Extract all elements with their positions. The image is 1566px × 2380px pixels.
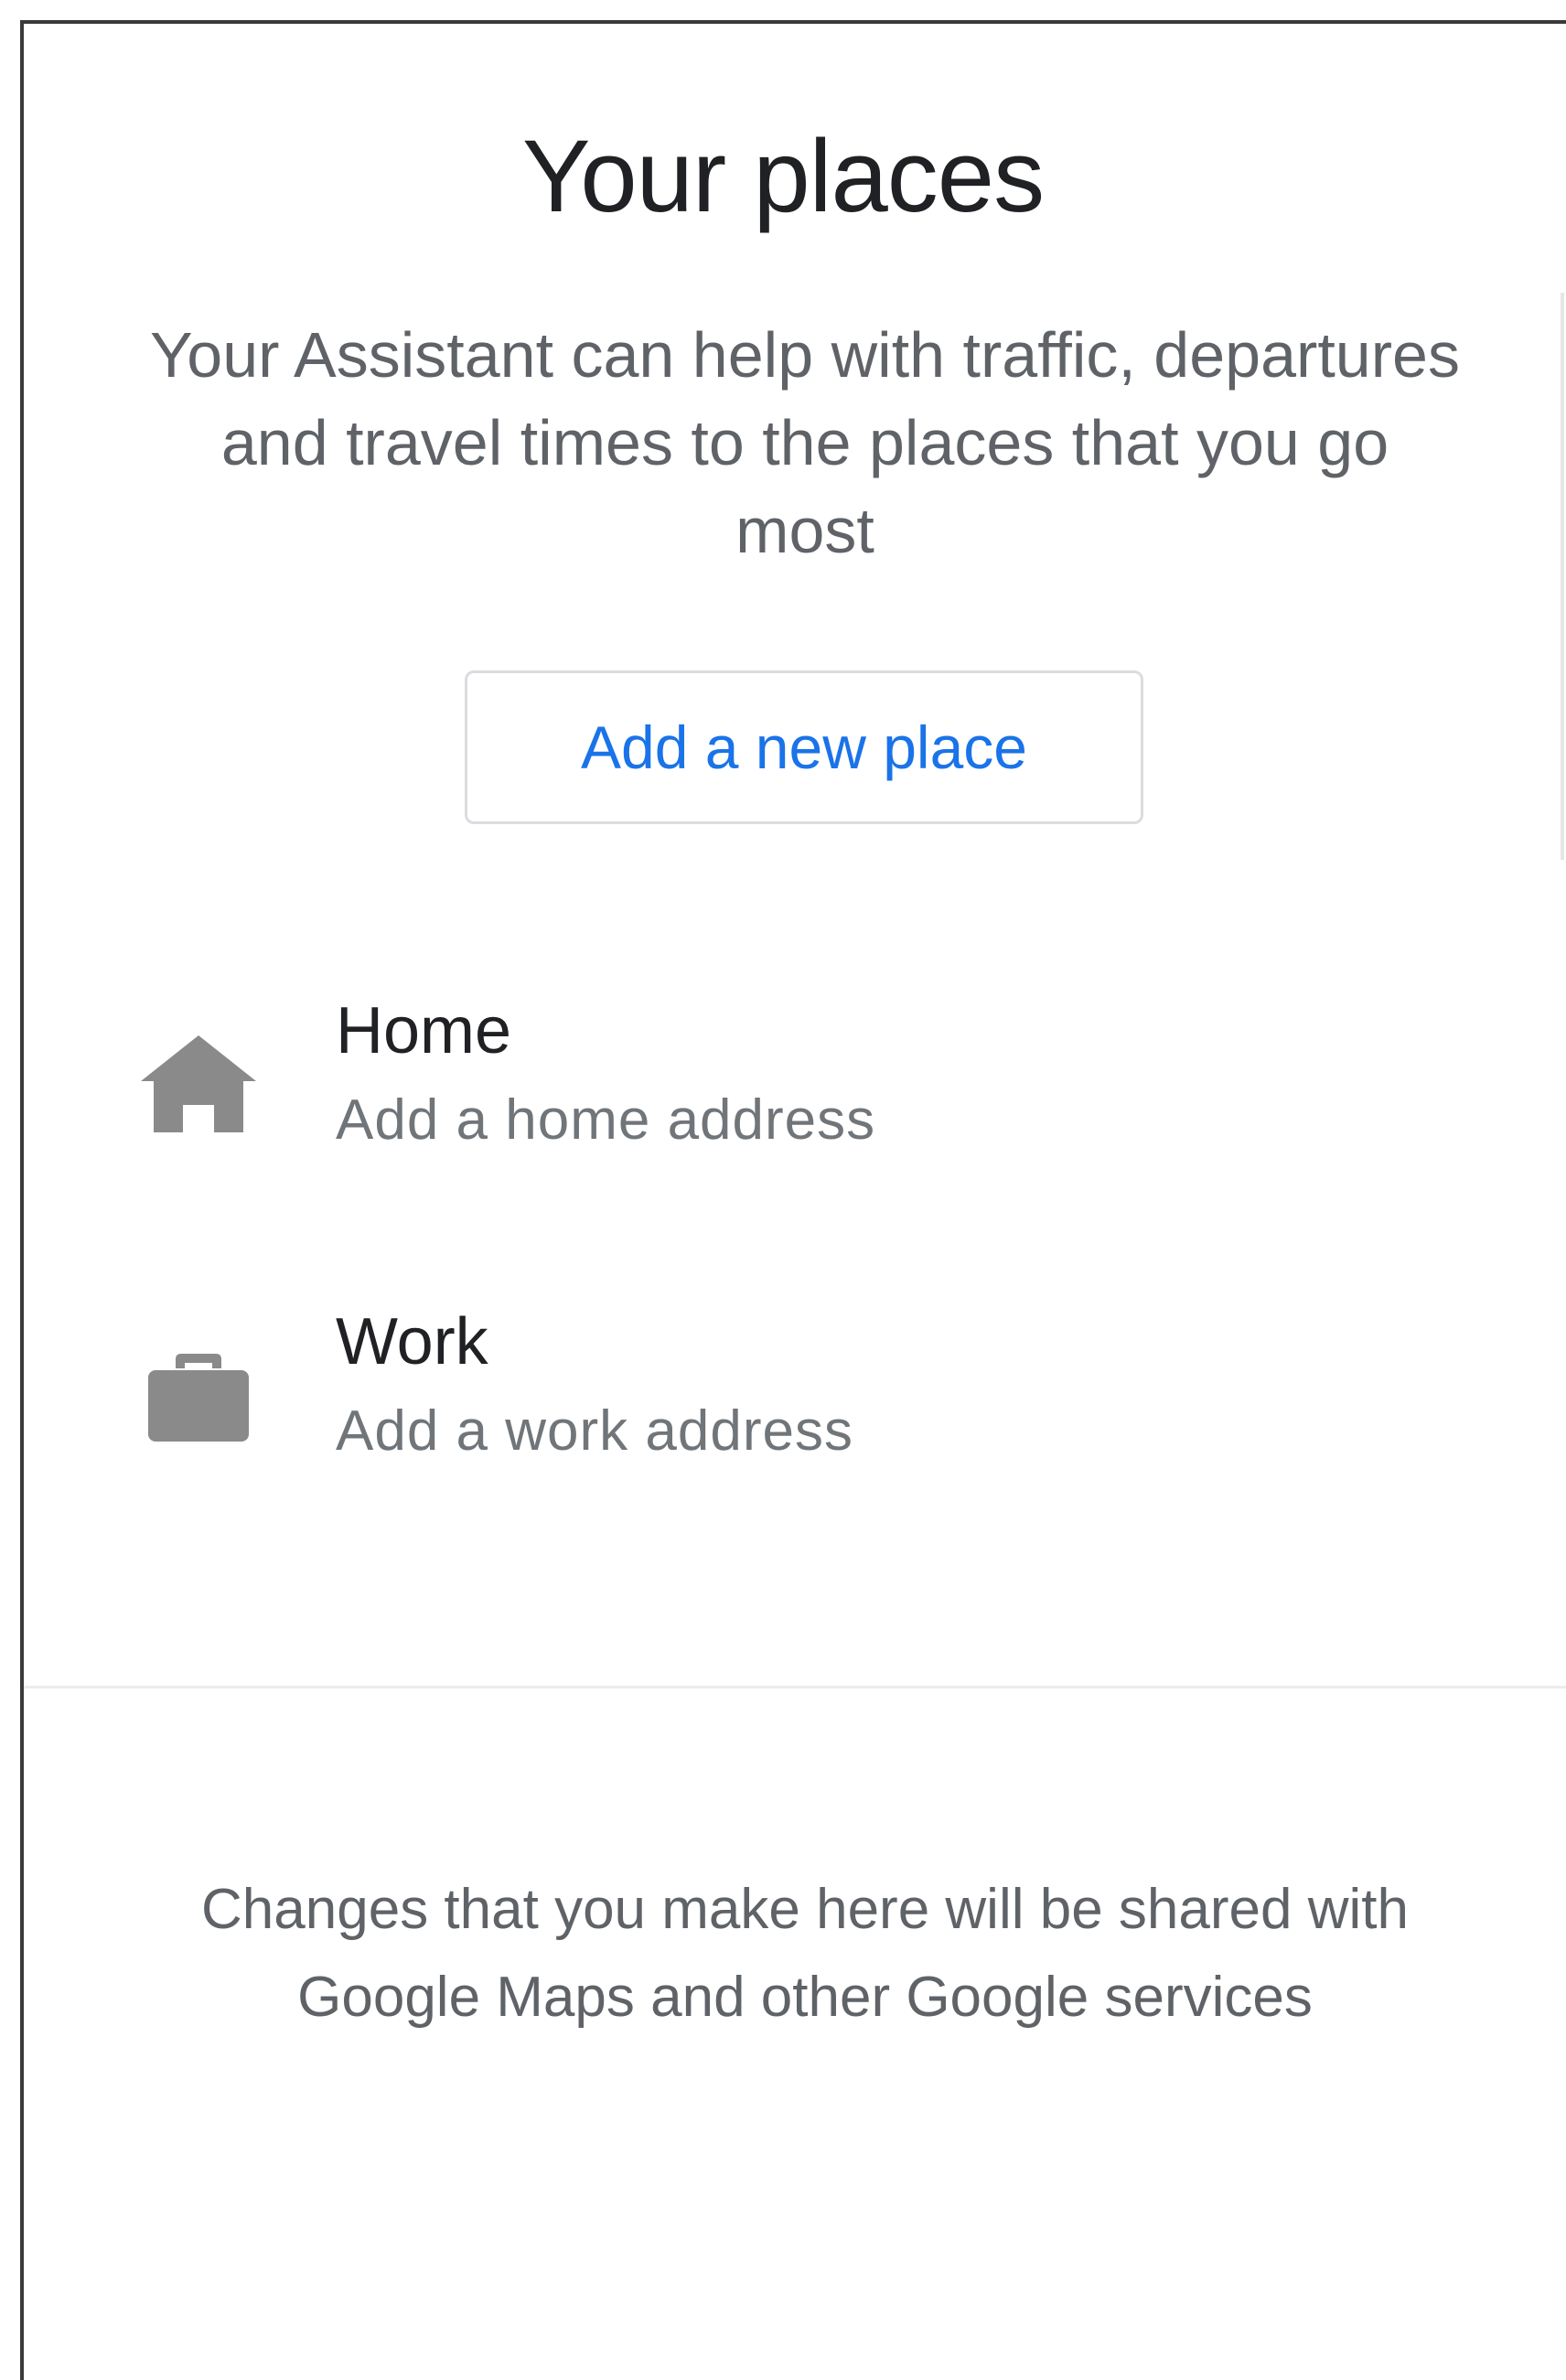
- place-item-work[interactable]: Work Add a work address: [20, 1271, 1566, 1500]
- briefcase-icon: [130, 1326, 267, 1463]
- section-divider: [24, 1686, 1566, 1689]
- add-new-place-button[interactable]: Add a new place: [465, 670, 1143, 824]
- page-title: Your places: [521, 119, 1045, 233]
- place-address-hint: Add a home address: [336, 1088, 876, 1152]
- place-name: Work: [336, 1305, 488, 1378]
- scroll-edge: [1561, 293, 1564, 860]
- page-subtitle: Your Assistant can help with traffic, de…: [150, 319, 1460, 566]
- place-name: Home: [336, 994, 512, 1067]
- home-icon: [130, 1015, 267, 1152]
- place-address-hint: Add a work address: [336, 1399, 853, 1463]
- footer-note: Changes that you make here will be share…: [201, 1878, 1409, 2029]
- place-item-home[interactable]: Home Add a home address: [20, 960, 1566, 1189]
